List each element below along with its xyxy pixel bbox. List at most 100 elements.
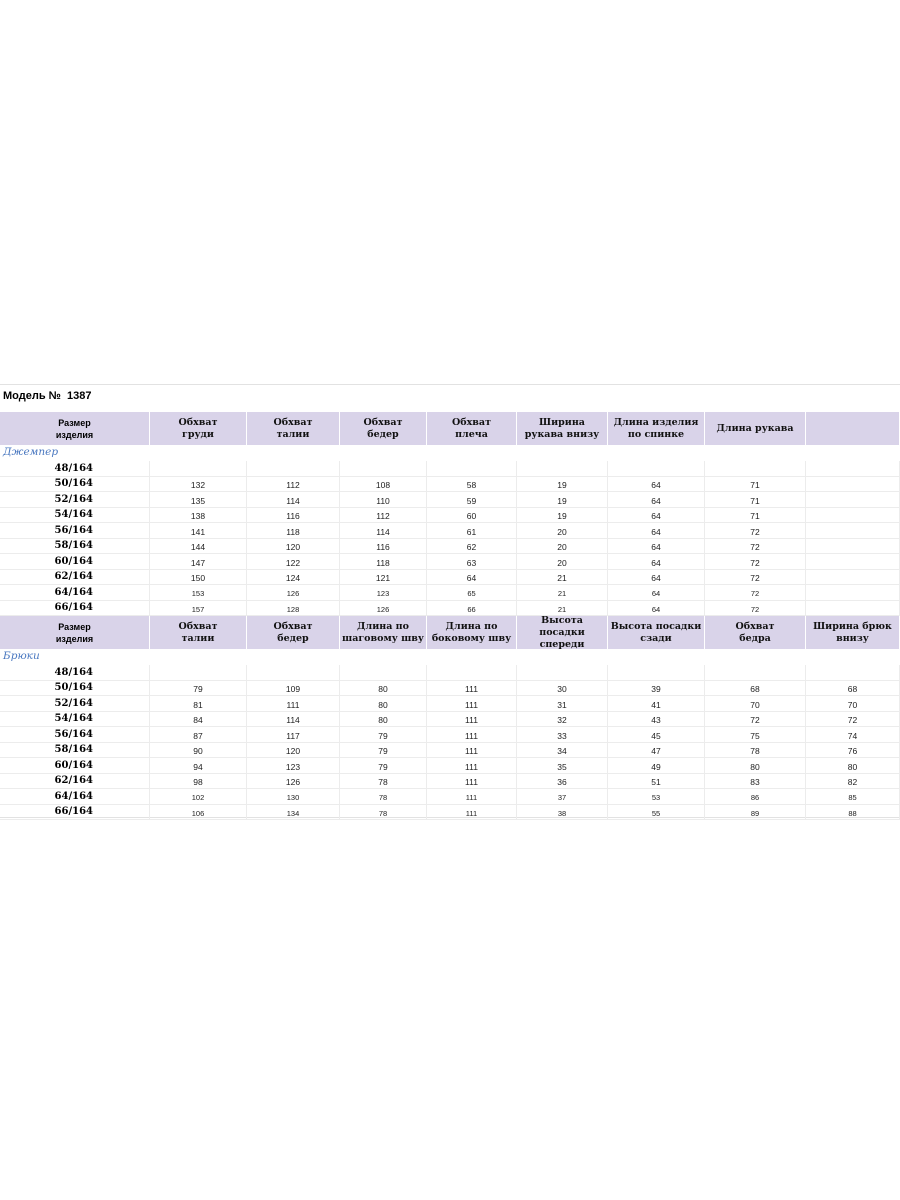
size-cell: 60/164 xyxy=(0,758,150,773)
measure-cell: 111 xyxy=(427,742,517,757)
measure-cell: 58 xyxy=(427,476,517,491)
size-cell: 50/164 xyxy=(0,680,150,695)
measure-cell: 19 xyxy=(517,507,608,522)
measure-cell: 98 xyxy=(150,773,247,788)
measure-cell: 79 xyxy=(340,742,427,757)
size-chart-sheet: Модель № 1387 Размер изделия Обхват груди… xyxy=(0,384,900,820)
table-row: 50/164 132 112 108 58 19 64 71 xyxy=(0,476,900,492)
measure-cell xyxy=(806,507,900,522)
measure-cell: 64 xyxy=(608,600,705,615)
table-row: 56/164 87 117 79 111 33 45 75 74 xyxy=(0,727,900,743)
jumper-column-header: Обхват груди xyxy=(150,412,247,445)
measure-cell: 64 xyxy=(608,585,705,600)
trousers-column-header: Ширина брюк внизу xyxy=(806,616,900,649)
measure-cell xyxy=(608,665,705,680)
measure-cell: 110 xyxy=(340,492,427,507)
measure-cell xyxy=(806,461,900,476)
measure-cell xyxy=(340,461,427,476)
measure-cell: 126 xyxy=(340,600,427,615)
measure-cell: 38 xyxy=(517,804,608,819)
size-cell: 52/164 xyxy=(0,492,150,507)
size-cell: 52/164 xyxy=(0,696,150,711)
measure-cell: 120 xyxy=(247,742,340,757)
measure-cell: 71 xyxy=(705,492,806,507)
measure-cell: 72 xyxy=(705,711,806,726)
measure-cell: 81 xyxy=(150,696,247,711)
measure-cell xyxy=(247,461,340,476)
trousers-column-header: Длина по шаговому шву xyxy=(340,616,427,649)
trousers-column-header: Обхват бедра xyxy=(705,616,806,649)
measure-cell: 124 xyxy=(247,569,340,584)
size-cell: 64/164 xyxy=(0,789,150,804)
measure-cell xyxy=(517,461,608,476)
measure-cell xyxy=(806,569,900,584)
measure-cell: 75 xyxy=(705,727,806,742)
measure-cell: 71 xyxy=(705,476,806,491)
measure-cell xyxy=(517,665,608,680)
size-cell: 66/164 xyxy=(0,804,150,819)
jumper-header-row: Размер изделия Обхват груди Обхват талии Об… xyxy=(0,412,900,445)
measure-cell: 70 xyxy=(806,696,900,711)
measure-cell: 43 xyxy=(608,711,705,726)
measure-cell: 130 xyxy=(247,789,340,804)
measure-cell: 109 xyxy=(247,680,340,695)
measure-cell: 64 xyxy=(608,554,705,569)
measure-cell xyxy=(806,554,900,569)
measure-cell: 80 xyxy=(340,711,427,726)
size-cell: 50/164 xyxy=(0,476,150,491)
measure-cell: 114 xyxy=(340,523,427,538)
table-row: 64/164 153 126 123 65 21 64 72 xyxy=(0,585,900,601)
measure-cell: 80 xyxy=(340,696,427,711)
table-row: 48/164 xyxy=(0,665,900,681)
measure-cell: 59 xyxy=(427,492,517,507)
table-row: 66/164 106 134 78 111 38 55 89 88 xyxy=(0,804,900,820)
measure-cell: 79 xyxy=(340,758,427,773)
trousers-column-header: Высота посадки спереди xyxy=(517,615,608,650)
table-row: 66/164 157 128 126 66 21 64 72 xyxy=(0,600,900,616)
measure-cell: 41 xyxy=(608,696,705,711)
measure-cell: 80 xyxy=(340,680,427,695)
measure-cell: 88 xyxy=(806,804,900,819)
measure-cell: 78 xyxy=(340,804,427,819)
measure-cell: 111 xyxy=(427,727,517,742)
measure-cell: 20 xyxy=(517,554,608,569)
measure-cell: 72 xyxy=(705,569,806,584)
measure-cell: 83 xyxy=(705,773,806,788)
measure-cell: 72 xyxy=(806,711,900,726)
trousers-section-row: Брюки xyxy=(0,649,900,665)
measure-cell: 111 xyxy=(427,711,517,726)
measure-cell: 64 xyxy=(608,523,705,538)
measure-cell: 65 xyxy=(427,585,517,600)
measure-cell: 94 xyxy=(150,758,247,773)
size-cell: 58/164 xyxy=(0,742,150,757)
jumper-section-label: Джемпер xyxy=(3,446,59,458)
measure-cell xyxy=(806,585,900,600)
measure-cell: 132 xyxy=(150,476,247,491)
measure-cell: 39 xyxy=(608,680,705,695)
measure-cell: 111 xyxy=(427,680,517,695)
table-row: 60/164 94 123 79 111 35 49 80 80 xyxy=(0,758,900,774)
measure-cell xyxy=(608,461,705,476)
measure-cell: 118 xyxy=(340,554,427,569)
measure-cell: 120 xyxy=(247,538,340,553)
measure-cell: 35 xyxy=(517,758,608,773)
jumper-column-header xyxy=(806,412,900,445)
table-row: 54/164 84 114 80 111 32 43 72 72 xyxy=(0,711,900,727)
measure-cell xyxy=(705,461,806,476)
measure-cell: 157 xyxy=(150,600,247,615)
size-cell: 58/164 xyxy=(0,538,150,553)
measure-cell: 111 xyxy=(427,696,517,711)
size-cell: 66/164 xyxy=(0,600,150,615)
size-cell: 54/164 xyxy=(0,711,150,726)
measure-cell xyxy=(806,523,900,538)
jumper-column-header: Обхват бедер xyxy=(340,412,427,445)
table-row: 58/164 90 120 79 111 34 47 78 76 xyxy=(0,742,900,758)
measure-cell: 20 xyxy=(517,538,608,553)
table-row: 52/164 135 114 110 59 19 64 71 xyxy=(0,492,900,508)
measure-cell: 60 xyxy=(427,507,517,522)
measure-cell: 55 xyxy=(608,804,705,819)
measure-cell: 126 xyxy=(247,773,340,788)
measure-cell: 32 xyxy=(517,711,608,726)
measure-cell: 53 xyxy=(608,789,705,804)
measure-cell: 89 xyxy=(705,804,806,819)
